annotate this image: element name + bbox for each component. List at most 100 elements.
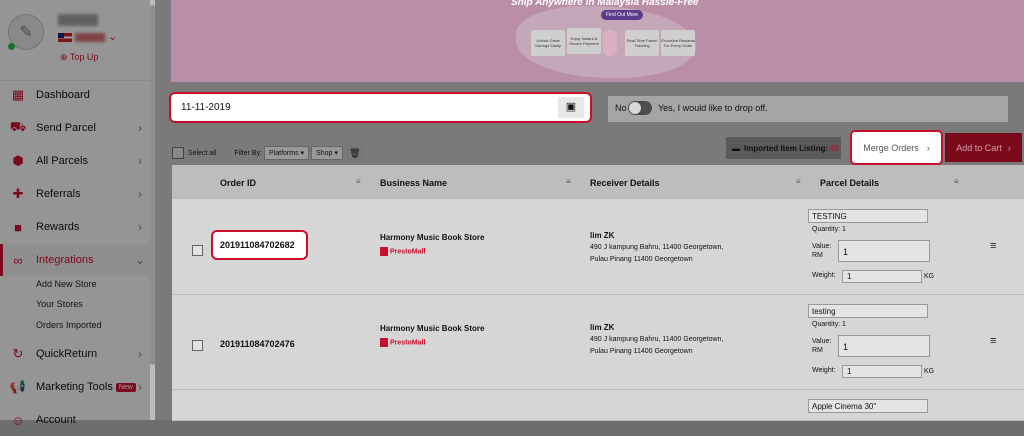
parcel-item-input[interactable]: Apple Cinema 30"	[808, 399, 928, 413]
sidebar-item-quickreturn[interactable]: ↻ QuickReturn ›	[0, 338, 150, 370]
sidebar-item-label: Referrals	[36, 188, 81, 200]
imported-listing-badge: ▬ Imported Item Listing: 46	[726, 137, 841, 159]
add-to-cart-button[interactable]: Add to Cart ›	[945, 133, 1022, 162]
sidebar-subitem-add-new-store[interactable]: Add New Store	[36, 279, 97, 289]
sidebar-subitem-orders-imported[interactable]: Orders Imported	[36, 320, 102, 330]
sort-icon[interactable]: ≡	[954, 177, 959, 186]
order-id: 201911084702476	[220, 339, 295, 349]
header-order-id: Order ID	[220, 178, 257, 188]
platform-name: PrestoMall	[390, 248, 426, 256]
receiver-address: 490 J kampung Bahru, 11400 Georgetown, Pu…	[590, 334, 790, 358]
banner-feature: Enjoy Instant & Secure Payment	[567, 28, 601, 54]
dashboard-icon: ▦	[11, 87, 25, 102]
receiver-address: 490 J kampung Bahru, 11400 Georgetown, Pu…	[590, 242, 790, 266]
select-all-checkbox[interactable]	[172, 147, 184, 159]
shopping-bag-icon	[380, 247, 388, 256]
header-parcel-details: Parcel Details	[820, 178, 880, 188]
calendar-icon[interactable]: ▣	[558, 97, 584, 118]
row-checkbox[interactable]	[192, 245, 203, 256]
merge-orders-label: Merge Orders	[863, 142, 919, 153]
order-id[interactable]: 201911084702682	[211, 230, 308, 260]
sidebar: ✎ ⌄ ⊕ Top Up ▦ Dashboard ⛟ Send Parcel ›…	[0, 0, 155, 428]
sidebar-item-label: Integrations	[36, 254, 94, 266]
sort-icon[interactable]: ≡	[796, 177, 801, 186]
sidebar-item-integrations[interactable]: ∞ Integrations ⌄	[0, 244, 153, 276]
profile-panel: ✎ ⌄ ⊕ Top Up	[0, 0, 155, 81]
dropoff-panel: No Yes, I would like to drop off.	[608, 96, 1008, 122]
find-out-more-button[interactable]: Find Out More	[601, 10, 643, 20]
merge-orders-button[interactable]: Merge Orders ›	[850, 130, 943, 165]
chevron-right-icon: ›	[138, 121, 142, 135]
sidebar-item-label: Rewards	[36, 221, 80, 233]
sort-icon[interactable]: ≡	[356, 177, 361, 186]
promo-banner[interactable]: Ship Anywhere in Malaysia Hassle-Free Fi…	[171, 0, 1024, 82]
parcel-value-input[interactable]: 1	[838, 240, 930, 262]
weight-label: Weight:	[812, 367, 836, 374]
shop-label: Shop	[316, 150, 333, 157]
sort-icon[interactable]: ≡	[566, 177, 571, 186]
chevron-down-icon[interactable]: ⌄	[108, 30, 117, 43]
platform-logo: PrestoMall	[380, 247, 425, 256]
balance	[75, 33, 105, 42]
parcel-weight-input[interactable]: 1	[842, 270, 922, 283]
filter-by-label: Filter By:	[234, 149, 263, 157]
chevron-right-icon: ›	[138, 380, 142, 394]
topup-link[interactable]: ⊕ Top Up	[60, 52, 98, 63]
chevron-right-icon: ›	[926, 142, 930, 153]
chevron-right-icon: ›	[138, 154, 142, 168]
platform-name: PrestoMall	[390, 339, 426, 347]
value-label: Value:	[812, 243, 832, 250]
date-input[interactable]	[177, 97, 557, 118]
sidebar-item-referrals[interactable]: ✚ Referrals ›	[0, 178, 150, 210]
platforms-dropdown[interactable]: Platforms ▾	[264, 146, 310, 160]
megaphone-icon: 📢	[9, 379, 27, 394]
mascot-icon	[603, 30, 617, 56]
select-all-label: Select all	[188, 149, 217, 157]
banner-feature: Unlock Great Savings Easily	[531, 30, 565, 56]
sidebar-item-label: Dashboard	[36, 89, 90, 101]
quantity-label: Quantity: 1	[812, 321, 846, 328]
sidebar-item-label: Marketing Tools	[36, 381, 113, 393]
receiver-name: lim ZK	[590, 231, 615, 240]
sidebar-subitem-your-stores[interactable]: Your Stores	[36, 299, 83, 309]
platform-logo: PrestoMall	[380, 338, 425, 347]
row-checkbox[interactable]	[192, 340, 203, 351]
kg-label: KG	[924, 368, 935, 375]
sidebar-item-rewards[interactable]: ■ Rewards ›	[0, 211, 150, 243]
header-receiver-details: Receiver Details	[590, 178, 660, 188]
dropoff-no-label: No	[615, 103, 627, 113]
parcel-value-input[interactable]: 1	[838, 335, 930, 357]
parcel-weight-input[interactable]: 1	[842, 365, 922, 378]
link-icon: ∞	[13, 252, 23, 268]
topup-label: Top Up	[69, 52, 99, 62]
list-icon: ▬	[732, 143, 740, 153]
row-menu-icon[interactable]: ≡	[990, 335, 996, 347]
parcel-item-input[interactable]: TESTING	[808, 209, 928, 223]
sidebar-item-dashboard[interactable]: ▦ Dashboard	[0, 79, 150, 111]
banner-feature: Exclusive Rewards For Every Order	[661, 30, 695, 56]
imported-label: Imported Item Listing:	[744, 143, 828, 153]
sidebar-item-send-parcel[interactable]: ⛟ Send Parcel ›	[0, 112, 150, 144]
trash-icon[interactable]: 🗑	[346, 145, 363, 161]
receiver-name: lim ZK	[590, 323, 615, 332]
add-to-cart-label: Add to Cart	[956, 142, 1002, 153]
orders-table: Order ID ≡ Business Name ≡ Receiver Deta…	[172, 165, 1024, 421]
banner-feature: Real-Time Parcel Tracking	[625, 30, 659, 56]
malaysia-flag-icon	[58, 33, 72, 42]
sidebar-item-marketing-tools[interactable]: 📢 Marketing Tools New ›	[0, 371, 150, 403]
sidebar-item-all-parcels[interactable]: ⬢ All Parcels ›	[0, 145, 150, 177]
shop-dropdown[interactable]: Shop ▾	[311, 146, 343, 160]
ship-date-field: ▣	[169, 92, 592, 123]
receiver-address-line2: Pulau Pinang 11400 Georgetown	[590, 348, 693, 355]
add-user-icon: ✚	[12, 186, 24, 201]
table-row: 201911084702476 Harmony Music Book Store…	[172, 295, 1024, 390]
dropoff-toggle[interactable]	[628, 101, 652, 115]
row-menu-icon[interactable]: ≡	[990, 240, 996, 252]
sidebar-item-account[interactable]: ☺ Account	[0, 404, 150, 436]
weight-label: Weight:	[812, 272, 836, 279]
return-icon: ↻	[12, 346, 24, 361]
parcels-icon: ⬢	[12, 153, 24, 168]
receiver-address-line2: Pulau Pinang 11400 Georgetown	[590, 256, 693, 263]
parcel-item-input[interactable]: testing	[808, 304, 928, 318]
gift-icon: ■	[14, 219, 22, 235]
